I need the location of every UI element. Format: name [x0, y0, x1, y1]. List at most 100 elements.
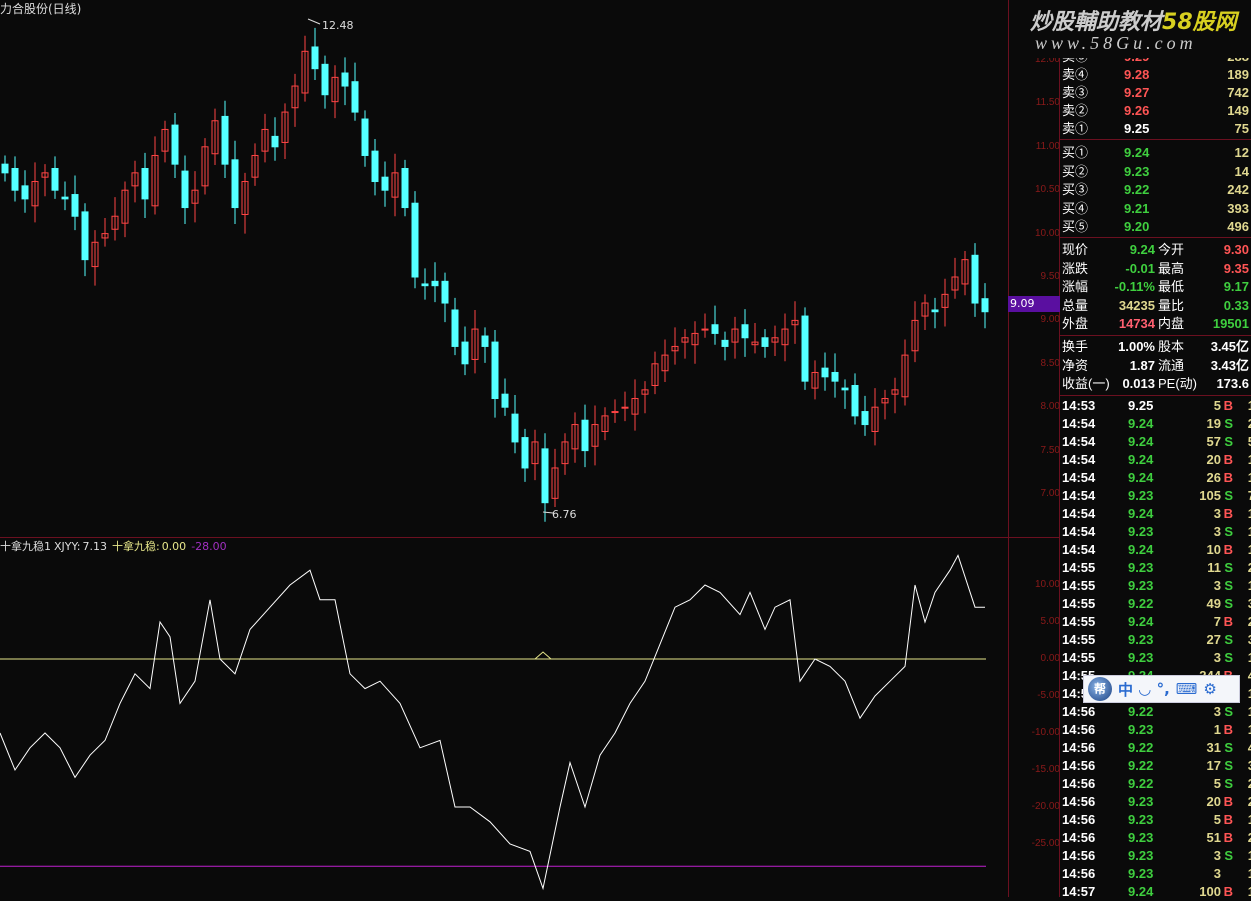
candle-body — [801, 315, 809, 382]
cell: 9.24 — [1128, 614, 1154, 629]
price-tick: 7.00 — [1040, 488, 1060, 499]
ime-logo-icon[interactable]: 帮 — [1088, 677, 1112, 701]
cell: 9.23 — [1128, 794, 1154, 809]
candle-body — [981, 298, 989, 313]
trade-row: 14:549.2426B1 — [1060, 469, 1251, 487]
candle-body — [421, 283, 429, 287]
ime-keyboard-icon[interactable]: ⌨ — [1176, 680, 1198, 698]
cell: 3 — [1213, 578, 1221, 593]
indicator-tick: -25.00 — [1031, 838, 1060, 849]
cell: 9.22 — [1128, 758, 1154, 773]
cell: 14:55 — [1062, 650, 1096, 665]
indicator-tick: -20.00 — [1031, 801, 1060, 812]
cell: 9.24 — [1128, 542, 1154, 557]
candlestick-chart[interactable]: 12.48 6.76 — [0, 0, 1008, 537]
cell: 105 — [1199, 488, 1221, 503]
cell: 9.23 — [1128, 812, 1154, 827]
cell: 14:56 — [1062, 794, 1096, 809]
candle-body — [581, 419, 589, 452]
fundamental-row: 换手 1.00% 股本 3.45亿 — [1060, 338, 1251, 356]
trade-row: 14:559.233S1 — [1060, 577, 1251, 595]
cell: 9.23 — [1128, 560, 1154, 575]
indicator-chart[interactable] — [0, 537, 1008, 897]
indicator-tick: -5.00 — [1037, 690, 1060, 701]
cell: S — [1224, 434, 1233, 449]
cell: 14:56 — [1062, 866, 1096, 881]
cell: 14:55 — [1062, 578, 1096, 593]
candle-body — [501, 393, 509, 408]
cell: 净资 — [1062, 357, 1089, 373]
cell: 14:54 — [1062, 488, 1096, 503]
cell: 9.27 — [1124, 85, 1150, 100]
price-tick: 9.00 — [1040, 314, 1060, 326]
ime-toolbar[interactable]: 帮 中 ◡ °, ⌨ ⚙ — [1083, 675, 1240, 703]
candle-body — [511, 413, 519, 443]
quote-row: 总量 34235 量比 0.33 — [1060, 297, 1251, 315]
cell: 涨幅 — [1062, 279, 1089, 294]
cell: 总量 — [1062, 297, 1089, 313]
candle-body — [741, 324, 749, 339]
cell: 3.43亿 — [1210, 357, 1249, 373]
cell: 买① — [1062, 145, 1089, 160]
candle-body — [221, 115, 229, 165]
candle-body — [21, 185, 29, 200]
price-tick: 10.50 — [1034, 184, 1060, 196]
cell: S — [1224, 524, 1233, 539]
trade-row: 14:559.2311S2 — [1060, 559, 1251, 577]
trade-row: 14:539.255B1 — [1060, 397, 1251, 415]
price-tick: 7.50 — [1040, 444, 1060, 456]
candle-body — [11, 168, 19, 191]
line2-label: 十拿九稳: — [111, 540, 160, 553]
divider — [1060, 395, 1251, 396]
ime-punctuation-icon[interactable]: °, — [1157, 680, 1170, 698]
trade-row: 14:569.225S2 — [1060, 775, 1251, 793]
candle-body — [831, 371, 839, 382]
candle-body — [341, 72, 349, 87]
cell: 14 — [1234, 163, 1249, 179]
trade-row: 14:569.231B1 — [1060, 721, 1251, 739]
candle-body — [461, 341, 469, 365]
cell: 189 — [1227, 67, 1249, 82]
candle-body — [361, 118, 369, 156]
candle-body — [431, 280, 439, 287]
ime-settings-icon[interactable]: ⚙ — [1203, 680, 1216, 698]
cell: 9.24 — [1129, 242, 1155, 257]
cell: 496 — [1227, 219, 1249, 234]
cell: 14:54 — [1062, 470, 1096, 485]
cell: 14:55 — [1062, 632, 1096, 647]
candle-body — [761, 337, 769, 347]
candle-body — [541, 448, 549, 504]
cell: 9.23 — [1128, 524, 1154, 539]
cell: 外盘 — [1062, 316, 1089, 331]
cell: 9.22 — [1128, 596, 1154, 611]
cell: 量比 — [1158, 297, 1185, 313]
cell: 收益(一) — [1062, 376, 1110, 391]
cell: B — [1223, 470, 1233, 485]
cell: 14:56 — [1062, 722, 1096, 737]
ime-chinese-mode[interactable]: 中 — [1118, 679, 1133, 700]
candle-body — [441, 280, 449, 304]
cell: 14:55 — [1062, 596, 1096, 611]
cell: 9.17 — [1223, 279, 1249, 294]
cell: 14734 — [1118, 316, 1155, 331]
candle-body — [521, 437, 529, 469]
candle-body — [491, 341, 499, 400]
cell: 5 — [1213, 398, 1221, 413]
candle-body — [821, 367, 829, 378]
cell: S — [1224, 704, 1233, 719]
cell: B — [1223, 812, 1233, 827]
trade-row: 14:579.24100B1 — [1060, 883, 1251, 901]
cell: 最高 — [1158, 260, 1185, 276]
cell: 27 — [1206, 632, 1221, 647]
chart-title: 力合股份(日线) — [0, 2, 82, 16]
cell: S — [1224, 740, 1233, 755]
cell: 最低 — [1158, 279, 1185, 294]
ime-halfwidth-icon[interactable]: ◡ — [1139, 680, 1151, 698]
cell: 9.28 — [1124, 67, 1150, 82]
cell: 173.6 — [1216, 376, 1249, 391]
cell: 1.87 — [1129, 357, 1155, 373]
cell: 11 — [1207, 560, 1221, 575]
cell: S — [1224, 488, 1233, 503]
cell: 3 — [1213, 506, 1221, 521]
cell: B — [1223, 452, 1233, 467]
